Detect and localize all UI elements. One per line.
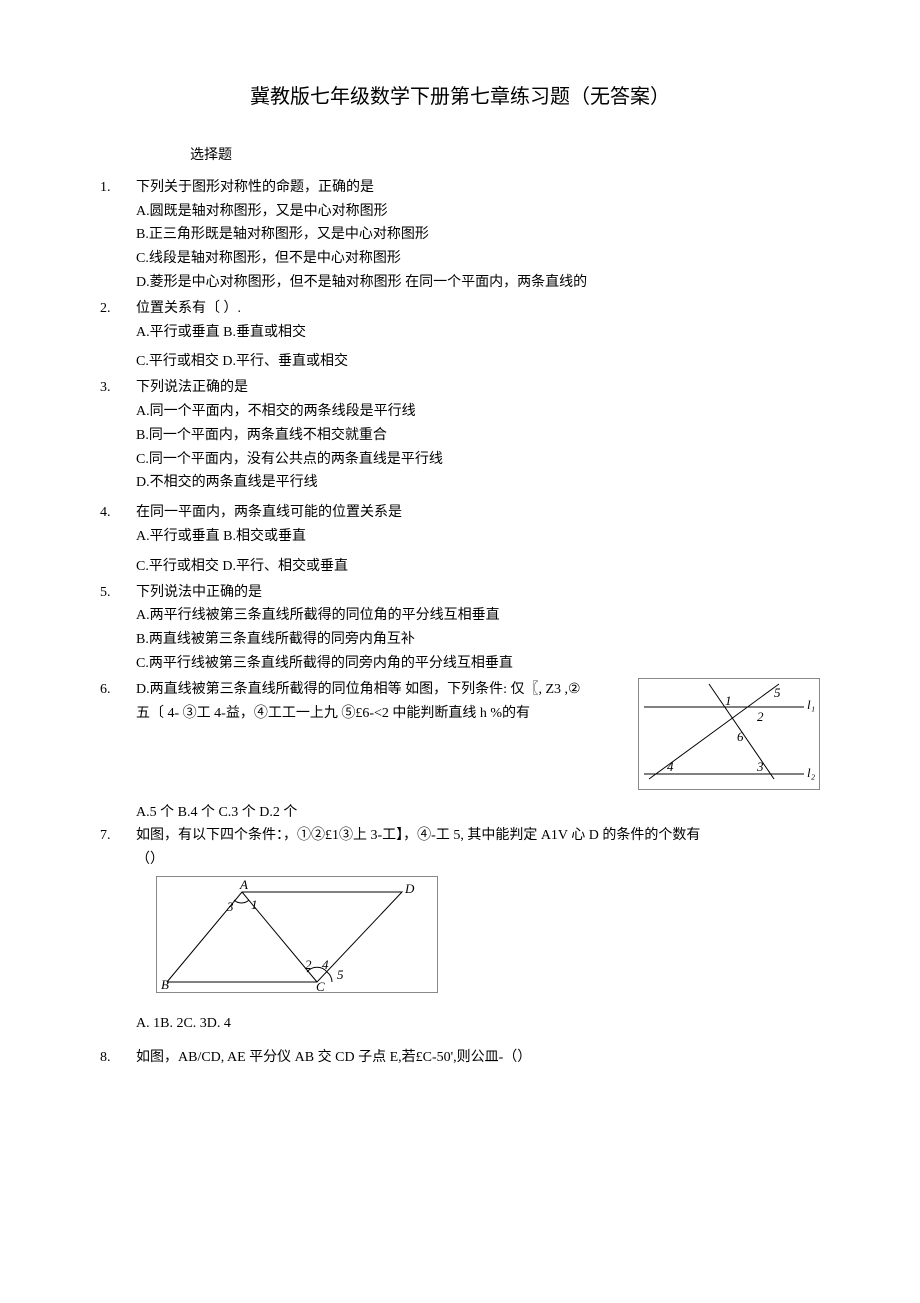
q5-optC: C.两平行线被第三条直线所截得的同旁内角的平分线互相垂直 bbox=[136, 652, 820, 676]
q3-number: 3. bbox=[100, 376, 130, 400]
q1-optA: A.圆既是轴对称图形，又是中心对称图形 bbox=[136, 200, 820, 224]
q6-line2: 五〔 4- ③工 4-益，④工工一上九 ⑤£6-<2 中能判断直线 h %的有 bbox=[136, 702, 632, 726]
q7-figure: A D B C 1 3 2 4 5 bbox=[156, 876, 820, 1002]
q5-optA: A.两平行线被第三条直线所截得的同位角的平分线互相垂直 bbox=[136, 604, 820, 628]
q4-number: 4. bbox=[100, 501, 130, 525]
q4-text: 在同一平面内，两条直线可能的位置关系是 bbox=[136, 501, 820, 525]
q6-label-4: 4 bbox=[667, 759, 674, 774]
q3-text: 下列说法正确的是 bbox=[136, 376, 820, 400]
q7-text: 如图，有以下四个条件：，①②£1③上 3-工】，④-工 5, 其中能判定 A1V… bbox=[136, 824, 820, 848]
question-7: 7. 如图，有以下四个条件：，①②£1③上 3-工】，④-工 5, 其中能判定 … bbox=[100, 824, 820, 872]
q6-label-2: 2 bbox=[757, 709, 764, 724]
q6-label-l1: l₁ bbox=[807, 697, 815, 712]
q7-label-4: 4 bbox=[322, 957, 329, 972]
q1-optC: C.线段是轴对称图形，但不是中心对称图形 bbox=[136, 247, 820, 271]
q7-label-B: B bbox=[161, 977, 169, 992]
q7-paren: （） bbox=[136, 848, 820, 872]
question-2: 2. 位置关系有〔 ）. A.平行或垂直 B.垂直或相交 C.平行或相交 D.平… bbox=[100, 297, 820, 374]
section-header: 选择题 bbox=[190, 144, 820, 168]
q6-line1: D.两直线被第三条直线所截得的同位角相等 如图，下列条件: 仅〖, Z3 ,② bbox=[136, 678, 632, 702]
q7-label-5: 5 bbox=[337, 967, 344, 982]
question-5: 5. 下列说法中正确的是 A.两平行线被第三条直线所截得的同位角的平分线互相垂直… bbox=[100, 581, 820, 676]
q2-line1: 位置关系有〔 ）. bbox=[136, 297, 820, 321]
q6-label-l2: l₂ bbox=[807, 765, 816, 780]
q6-label-1: 1 bbox=[725, 693, 732, 708]
question-3: 3. 下列说法正确的是 A.同一个平面内，不相交的两条线段是平行线 B.同一个平… bbox=[100, 376, 820, 495]
q8-text: 如图，AB/CD, AE 平分仪 AB 交 CD 子点 E,若£C-50',则公… bbox=[136, 1046, 820, 1070]
q8-number: 8. bbox=[100, 1046, 130, 1070]
q7-label-D: D bbox=[404, 881, 415, 896]
q7-label-A: A bbox=[239, 877, 248, 892]
q4-line1: A.平行或垂直 B.相交或垂直 bbox=[136, 525, 820, 549]
q3-optB: B.同一个平面内，两条直线不相交就重合 bbox=[136, 424, 820, 448]
q2-line3: C.平行或相交 D.平行、垂直或相交 bbox=[136, 350, 820, 374]
question-8: 8. 如图，AB/CD, AE 平分仪 AB 交 CD 子点 E,若£C-50'… bbox=[100, 1046, 820, 1070]
q7-label-1: 1 bbox=[251, 897, 258, 912]
q6-number: 6. bbox=[100, 678, 130, 702]
q7-number: 7. bbox=[100, 824, 130, 848]
q1-text: 下列关于图形对称性的命题，正确的是 bbox=[136, 176, 820, 200]
q5-optB: B.两直线被第三条直线所截得的同旁内角互补 bbox=[136, 628, 820, 652]
q7-label-2: 2 bbox=[305, 957, 312, 972]
page-title: 冀教版七年级数学下册第七章练习题（无答案） bbox=[100, 80, 820, 114]
q2-line2: A.平行或垂直 B.垂直或相交 bbox=[136, 321, 820, 345]
q6-figure: l₁ l₂ 5 1 2 6 4 3 bbox=[632, 678, 820, 799]
q1-number: 1. bbox=[100, 176, 130, 200]
q1-optB: B.正三角形既是轴对称图形，又是中心对称图形 bbox=[136, 223, 820, 247]
q7-answers: A. 1B. 2C. 3D. 4 bbox=[136, 1012, 820, 1036]
q5-number: 5. bbox=[100, 581, 130, 605]
question-6: 6. D.两直线被第三条直线所截得的同位角相等 如图，下列条件: 仅〖, Z3 … bbox=[100, 678, 820, 799]
q4-line2: C.平行或相交 D.平行、相交或垂直 bbox=[136, 555, 820, 579]
question-1: 1. 下列关于图形对称性的命题，正确的是 A.圆既是轴对称图形，又是中心对称图形… bbox=[100, 176, 820, 295]
question-4: 4. 在同一平面内，两条直线可能的位置关系是 A.平行或垂直 B.相交或垂直 C… bbox=[100, 501, 820, 578]
q5-text: 下列说法中正确的是 bbox=[136, 581, 820, 605]
q7-label-3: 3 bbox=[226, 899, 234, 914]
q3-optD: D.不相交的两条直线是平行线 bbox=[136, 471, 820, 495]
q6-answers: A.5 个 B.4 个 C.3 个 D.2 个 bbox=[136, 801, 820, 825]
q3-optA: A.同一个平面内，不相交的两条线段是平行线 bbox=[136, 400, 820, 424]
q6-label-6: 6 bbox=[737, 729, 744, 744]
q7-label-C: C bbox=[316, 979, 325, 993]
q6-label-3: 3 bbox=[756, 759, 764, 774]
q3-optC: C.同一个平面内，没有公共点的两条直线是平行线 bbox=[136, 448, 820, 472]
q1-optD: D.菱形是中心对称图形，但不是轴对称图形 在同一个平面内，两条直线的 bbox=[136, 271, 820, 295]
q2-number: 2. bbox=[100, 297, 130, 321]
q6-label-5: 5 bbox=[774, 685, 781, 700]
